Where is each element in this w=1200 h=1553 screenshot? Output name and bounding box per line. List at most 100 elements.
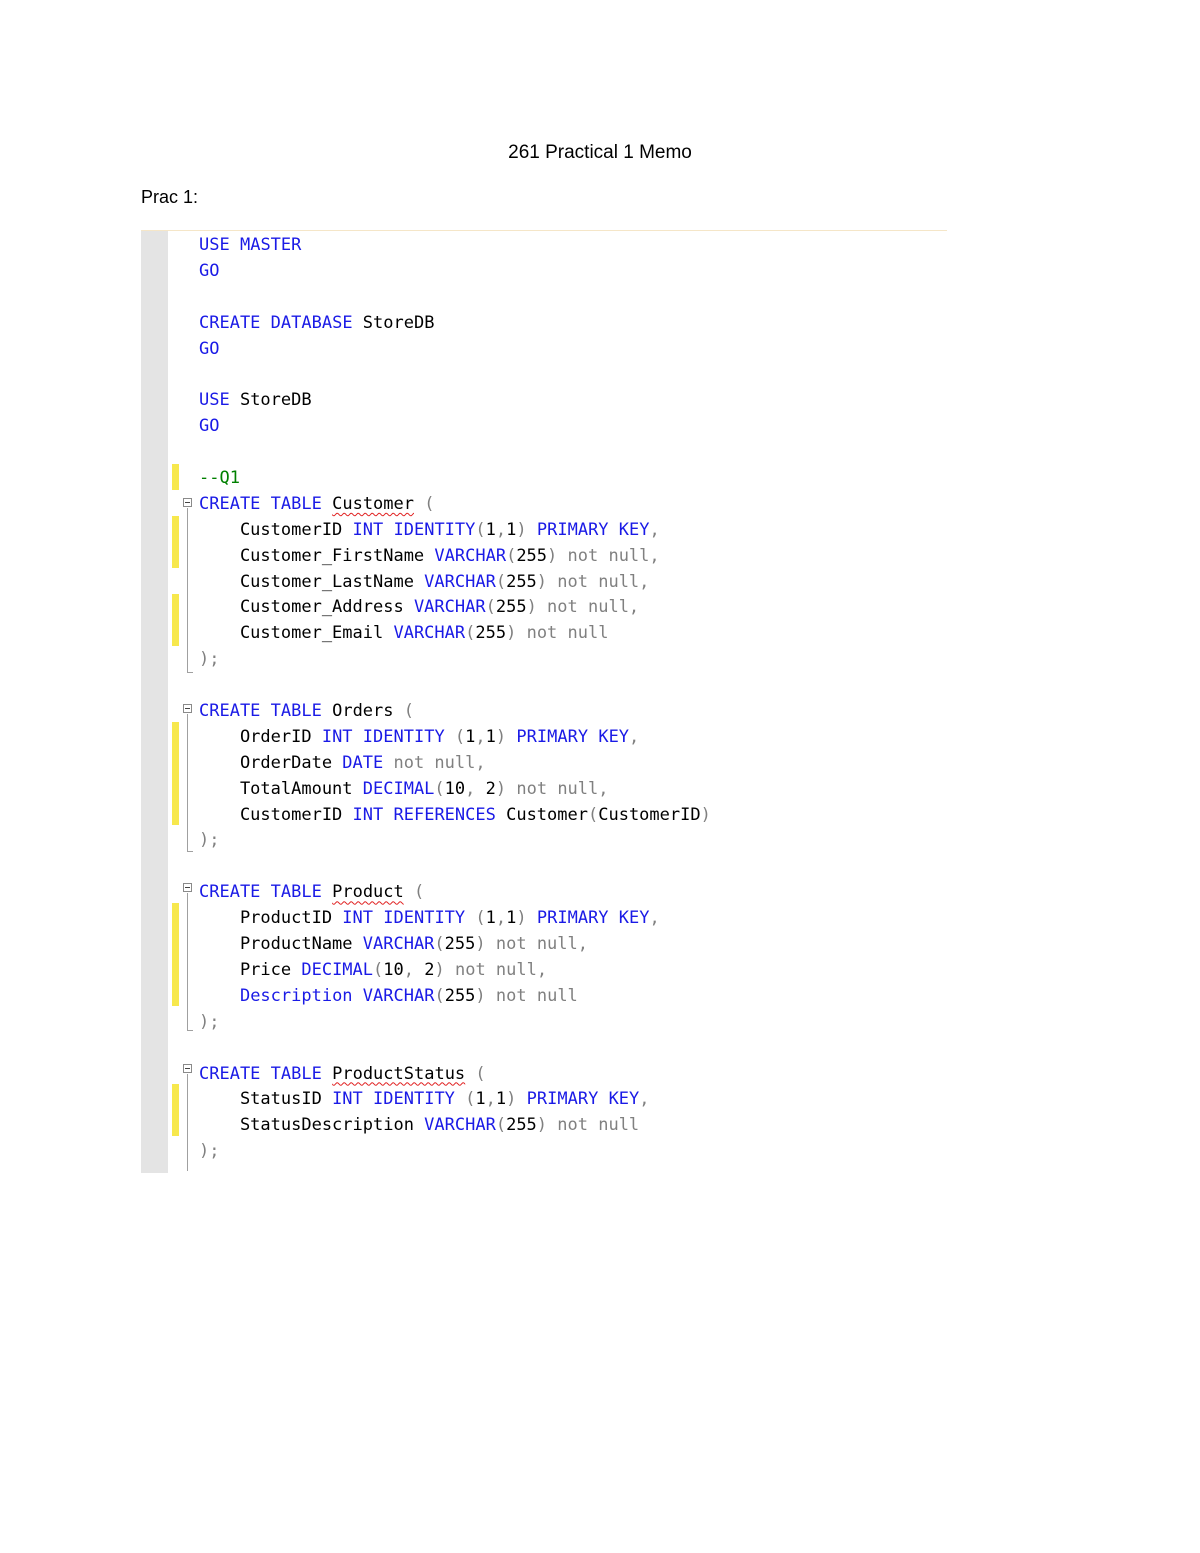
code-token: ) (434, 959, 445, 980)
code-token: ( (465, 623, 476, 644)
code-token: ( (434, 985, 445, 1006)
code-token: 255 (444, 934, 476, 955)
sql-keyword: DATE (342, 752, 384, 773)
collapse-toggle-icon[interactable] (183, 498, 192, 507)
code-token: Orders (321, 701, 404, 722)
sql-keyword: USE (199, 235, 230, 255)
code-line: OrderDate DATE not null, (199, 751, 711, 777)
code-token: ) (506, 1089, 517, 1110)
code-token: 10 (383, 959, 404, 980)
code-line: GO (199, 414, 711, 440)
code-token: StoreDB (229, 390, 312, 411)
sql-keyword: REFERENCES (393, 804, 496, 825)
code-line: CREATE DATABASE StoreDB (199, 311, 711, 337)
fold-guide (187, 714, 188, 851)
code-token: 1 (465, 726, 476, 747)
collapse-toggle-icon[interactable] (183, 1064, 192, 1073)
sql-keyword: GO (199, 260, 220, 281)
code-token: CustomerID (199, 804, 353, 825)
fold-guide (187, 893, 188, 1030)
code-line: Customer_FirstName VARCHAR(255) not null… (199, 544, 711, 570)
sql-keyword: GO (199, 338, 220, 359)
sql-keyword: KEY (618, 519, 650, 540)
sql-keyword: PRIMARY (536, 519, 609, 540)
misspelled-identifier: ProductStatus (332, 1063, 466, 1084)
change-marker (172, 516, 179, 568)
code-token: ProductName (199, 934, 363, 955)
code-line: Customer_LastName VARCHAR(255) not null, (199, 570, 711, 596)
code-token: not null, (485, 934, 588, 955)
code-line: CREATE TABLE Customer ( (199, 492, 711, 518)
code-line: Price DECIMAL(10, 2) not null, (199, 958, 711, 984)
sql-keyword: IDENTITY (393, 519, 476, 540)
code-line: StatusDescription VARCHAR(255) not null (199, 1113, 711, 1139)
code-token: Customer_Address (199, 597, 414, 618)
code-line: Description VARCHAR(255) not null (199, 984, 711, 1010)
code-line: ); (199, 1010, 711, 1036)
code-token: StatusDescription (199, 1115, 425, 1136)
sql-keyword: INT (352, 804, 384, 825)
collapse-toggle-icon[interactable] (183, 883, 192, 892)
code-token: not null, (444, 959, 548, 980)
code-token: not null, (557, 545, 660, 566)
code-token: ) (536, 1115, 548, 1136)
misspelled-identifier: Product (332, 882, 404, 903)
code-token: ( (424, 493, 435, 514)
code-token: ( (403, 701, 414, 722)
sql-keyword: INT (332, 1089, 363, 1110)
collapse-toggle-icon[interactable] (183, 704, 192, 713)
code-token: ( (454, 1089, 476, 1110)
sql-keyword: VARCHAR (424, 571, 496, 592)
code-token: , (495, 908, 507, 929)
code-token: , (475, 726, 486, 747)
sql-keyword: CREATE (199, 701, 261, 722)
code-token: CustomerID (598, 804, 701, 825)
code-token: ) (475, 934, 486, 955)
sql-editor-screenshot: USE MASTER GO CREATE DATABASE StoreDB GO U… (141, 230, 947, 1173)
code-token: ( (506, 545, 517, 566)
code-token: 1 (485, 519, 496, 540)
sql-keyword: IDENTITY (383, 908, 466, 929)
sql-keyword: VARCHAR (393, 623, 466, 644)
fold-guide-end (187, 1030, 193, 1031)
code-token: , (485, 1089, 496, 1110)
code-token: 10 (444, 778, 466, 799)
code-token: 1 (506, 519, 517, 540)
sql-keyword: DATABASE (270, 312, 353, 333)
sql-keyword: INT (352, 519, 384, 540)
sql-keyword: PRIMARY (526, 1089, 599, 1110)
code-token: ProductID (199, 908, 343, 929)
code-token: not null (547, 1115, 640, 1136)
code-token: not null (485, 985, 578, 1006)
code-token: StatusID (199, 1089, 333, 1110)
code-token: Customer_FirstName (199, 545, 435, 566)
code-line: CREATE TABLE Product ( (199, 880, 711, 906)
code-line: --Q1 (199, 466, 711, 492)
code-token: ( (434, 934, 445, 955)
code-token: 255 (495, 597, 527, 618)
code-token: ) (506, 623, 517, 644)
fold-guide-end (187, 672, 193, 673)
code-token: not null, (536, 597, 640, 618)
code-line: CustomerID INT REFERENCES Customer(Custo… (199, 803, 711, 829)
code-token: ( (414, 882, 425, 903)
sql-keyword: VARCHAR (413, 597, 486, 618)
code-token: ( (475, 1063, 486, 1084)
code-token: 2 (485, 778, 496, 799)
code-token: not null (516, 623, 609, 644)
sql-keyword: PRIMARY (536, 908, 609, 929)
